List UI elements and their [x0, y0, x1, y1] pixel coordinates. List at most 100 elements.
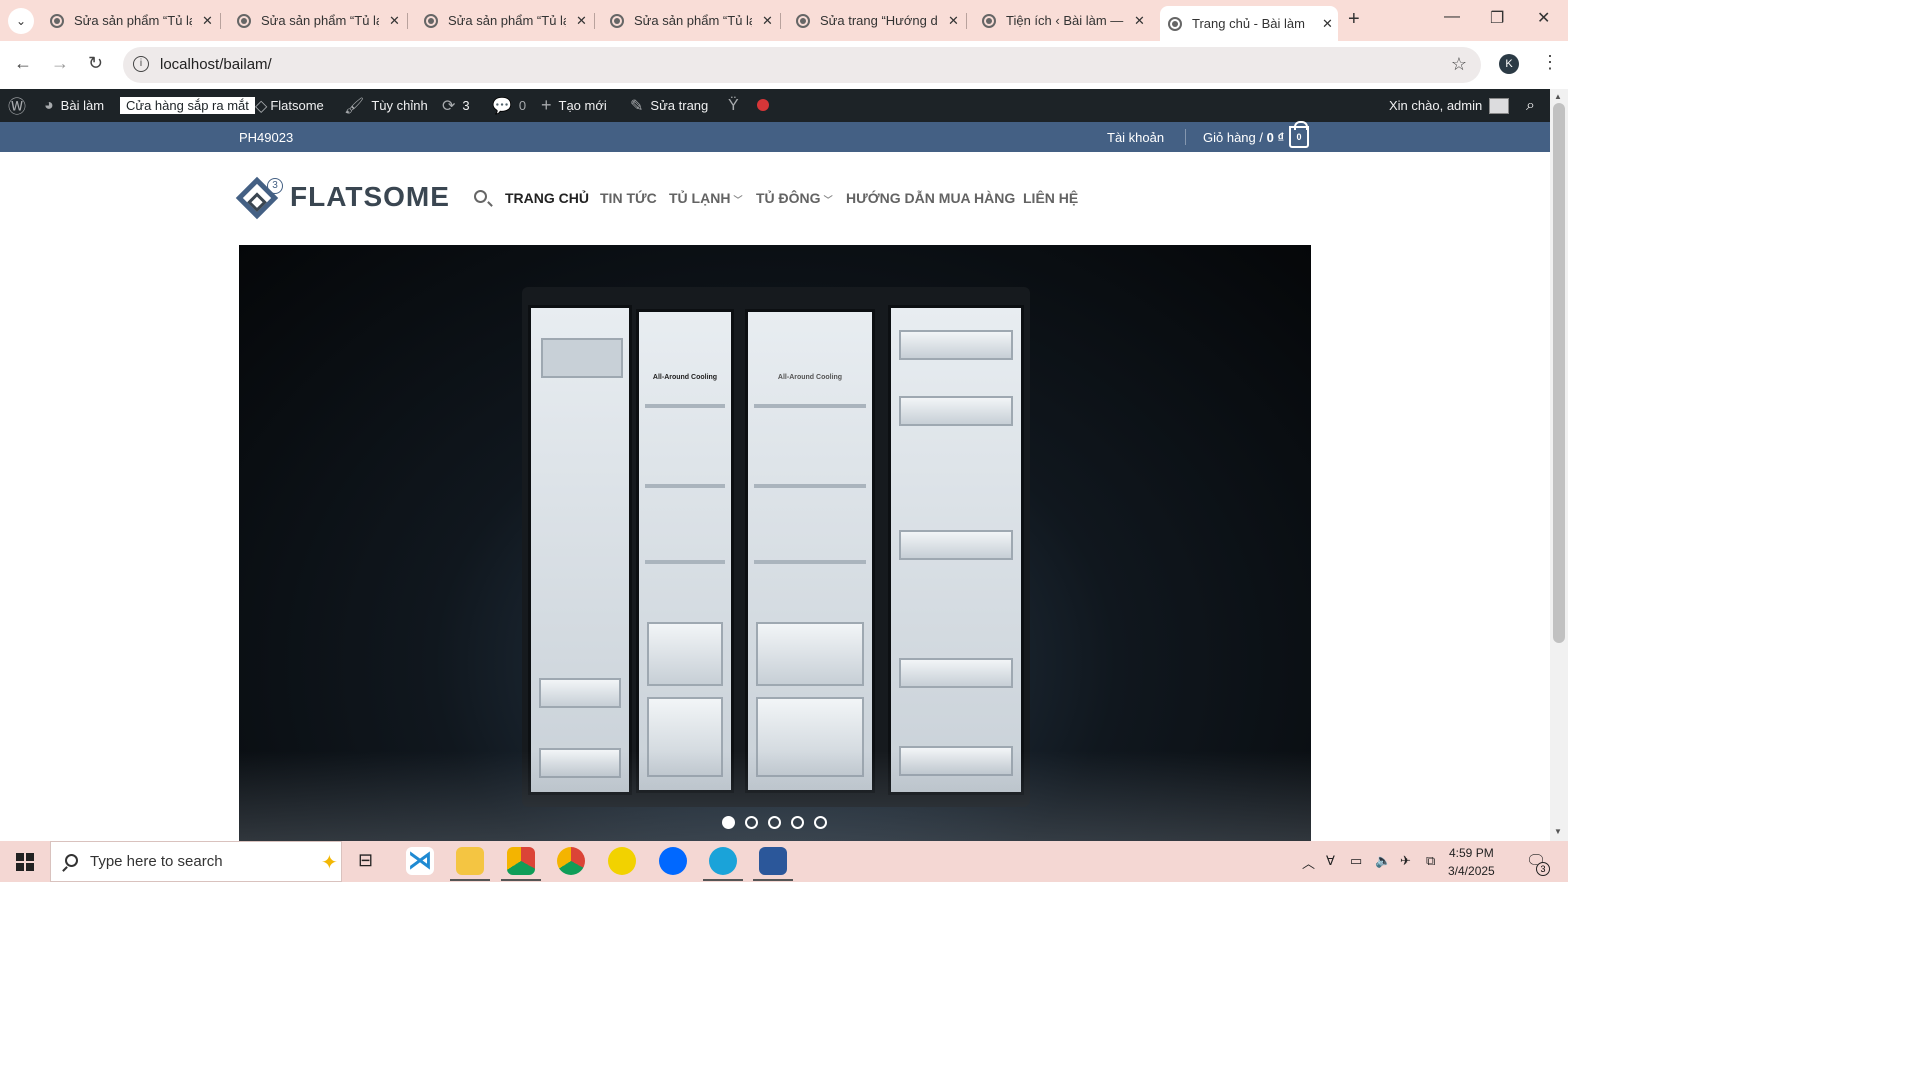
slider-dot[interactable]: [791, 816, 804, 829]
nav-item-buying-guide[interactable]: HƯỚNG DẪN MUA HÀNG: [846, 190, 1015, 206]
browser-tab[interactable]: Sửa trang “Hướng dẫn ✕: [796, 6, 967, 35]
fridge-door: [528, 305, 632, 795]
browser-tab-strip: ⌄ Sửa sản phẩm “Tủ lạnh ✕ Sửa sản phẩm “…: [0, 0, 1568, 41]
forward-arrow-icon[interactable]: →: [51, 53, 69, 74]
edit-page-link[interactable]: ✎ Sửa trang: [630, 89, 708, 122]
tab-search-button[interactable]: ⌄: [8, 8, 34, 34]
site-info-icon[interactable]: i: [133, 56, 149, 72]
globe-icon: [237, 13, 251, 28]
nav-item-label: TỦ LẠNH: [669, 190, 731, 206]
scroll-up-icon[interactable]: ▲: [1554, 92, 1562, 101]
window-close-icon[interactable]: ✕: [1537, 8, 1550, 28]
search-icon[interactable]: [474, 190, 487, 203]
shelf: [754, 484, 866, 488]
cart-bag-icon[interactable]: 0: [1289, 121, 1309, 148]
url-text[interactable]: localhost/bailam/: [160, 56, 272, 73]
display-icon[interactable]: ⧉: [1426, 853, 1435, 869]
slider-dot[interactable]: [814, 816, 827, 829]
globe-icon: [982, 13, 996, 28]
vscode-icon[interactable]: ⋊: [406, 847, 434, 875]
fridge-compartment: All-Around Cooling: [745, 309, 875, 793]
new-tab-button[interactable]: +: [1348, 8, 1360, 31]
tray-app-icon[interactable]: ∀: [1326, 853, 1335, 869]
scroll-down-icon[interactable]: ▼: [1554, 827, 1562, 836]
page-scrollbar[interactable]: ▲ ▼: [1550, 89, 1568, 841]
close-icon[interactable]: ✕: [1134, 13, 1145, 29]
close-icon[interactable]: ✕: [762, 13, 773, 29]
my-account-link[interactable]: Xin chào, admin: [1389, 89, 1510, 122]
globe-icon: [424, 13, 438, 28]
search-icon[interactable]: ⌕: [1526, 89, 1535, 122]
slider-dot[interactable]: [722, 816, 735, 829]
nav-item-fridges[interactable]: TỦ LẠNH ﹀: [669, 190, 742, 206]
close-icon[interactable]: ✕: [1322, 16, 1333, 32]
airplane-icon[interactable]: ✈: [1400, 853, 1411, 869]
hero-slider[interactable]: All-Around Cooling All-Around Cooling: [239, 245, 1311, 841]
account-link[interactable]: Tài khoản: [1107, 130, 1164, 145]
chrome-icon[interactable]: [557, 847, 585, 875]
cart-link[interactable]: Giỏ hàng / 0 ₫: [1203, 130, 1284, 145]
site-name-link[interactable]: ◕ Bài làm: [44, 89, 104, 122]
nav-item-home[interactable]: TRANG CHỦ: [505, 190, 589, 206]
customize-link[interactable]: 🖌 Tùy chỉnh: [344, 89, 428, 122]
task-view-icon[interactable]: ⊟: [358, 850, 373, 871]
comment-icon: 💬: [492, 97, 512, 115]
word-icon[interactable]: [753, 847, 793, 881]
top-bar-text: PH49023: [239, 130, 294, 145]
nav-item-label: TỦ ĐÔNG: [756, 190, 821, 206]
windows-start-icon[interactable]: [16, 853, 34, 871]
bookmark-star-icon[interactable]: ☆: [1451, 54, 1467, 75]
customize-label: Tùy chỉnh: [371, 98, 428, 113]
nav-item-news[interactable]: TIN TỨC: [600, 190, 657, 206]
chrome-profile-icon[interactable]: [501, 847, 541, 881]
shelf: [645, 484, 725, 488]
more-menu-icon[interactable]: ⋮: [1541, 52, 1559, 73]
comments-link[interactable]: 💬 0: [492, 89, 526, 122]
browser-tab[interactable]: Tiện ích ‹ Bài làm — W ✕: [982, 6, 1145, 35]
greeting-label: Xin chào, admin: [1389, 98, 1483, 113]
flatsome-menu[interactable]: ◇ Flatsome: [255, 89, 324, 122]
browser-tab-active[interactable]: Trang chủ - Bài làm ✕: [1160, 6, 1338, 41]
nav-item-contact[interactable]: LIÊN HỆ: [1023, 190, 1078, 206]
browser-tab[interactable]: Sửa sản phẩm “Tủ lạnh ✕: [237, 6, 408, 35]
app-icon[interactable]: [703, 847, 743, 881]
compartment-label: All-Around Cooling: [777, 374, 843, 381]
copilot-sparkle-icon: ✦: [321, 852, 338, 874]
chevron-up-icon[interactable]: ︿: [1302, 853, 1315, 872]
battery-icon[interactable]: ▭: [1350, 853, 1362, 869]
taskbar-search[interactable]: Type here to search ✦: [50, 841, 342, 882]
restore-icon[interactable]: ❐: [1490, 8, 1504, 28]
address-bar[interactable]: i localhost/bailam/ ☆: [123, 47, 1481, 83]
fridge-image: All-Around Cooling All-Around Cooling: [522, 287, 1030, 807]
close-icon[interactable]: ✕: [576, 13, 587, 29]
new-content-link[interactable]: + Tạo mới: [541, 89, 607, 122]
updates-link[interactable]: ⟳ 3: [442, 89, 470, 122]
slider-dot[interactable]: [745, 816, 758, 829]
browser-toolbar: ← → ↻ i localhost/bailam/ ☆ K ⋮: [0, 41, 1568, 89]
logo-badge: 3: [267, 178, 283, 194]
browser-tab[interactable]: Sửa sản phẩm “Tủ lạnh ✕: [610, 6, 781, 35]
file-explorer-icon[interactable]: [450, 847, 490, 881]
chat-app-icon[interactable]: [608, 847, 636, 875]
close-icon[interactable]: ✕: [202, 13, 213, 29]
slider-dot[interactable]: [768, 816, 781, 829]
profile-avatar[interactable]: K: [1499, 54, 1519, 74]
back-arrow-icon[interactable]: ←: [14, 53, 32, 74]
browser-tab[interactable]: Sửa sản phẩm “Tủ lạnh ✕: [50, 6, 221, 35]
zalo-icon[interactable]: [659, 847, 687, 875]
scrollbar-thumb[interactable]: [1553, 103, 1565, 643]
taskbar-clock[interactable]: 4:59 PM 3/4/2025: [1448, 844, 1495, 880]
record-dot-icon[interactable]: [757, 99, 769, 111]
close-icon[interactable]: ✕: [389, 13, 400, 29]
close-icon[interactable]: ✕: [948, 13, 959, 29]
nav-item-freezers[interactable]: TỦ ĐÔNG ﹀: [756, 190, 833, 206]
pencil-icon: ✎: [630, 97, 644, 115]
coming-soon-badge[interactable]: Cửa hàng sắp ra mắt: [120, 89, 255, 122]
plus-icon: +: [541, 95, 552, 115]
yoast-icon[interactable]: Ÿ: [728, 89, 739, 122]
browser-tab[interactable]: Sửa sản phẩm “Tủ lạnh ✕: [424, 6, 595, 35]
volume-icon[interactable]: 🔈: [1375, 853, 1391, 869]
wordpress-logo-icon[interactable]: Ⓦ: [8, 89, 26, 122]
reload-icon[interactable]: ↻: [88, 53, 103, 74]
minimize-icon[interactable]: —: [1444, 8, 1460, 26]
